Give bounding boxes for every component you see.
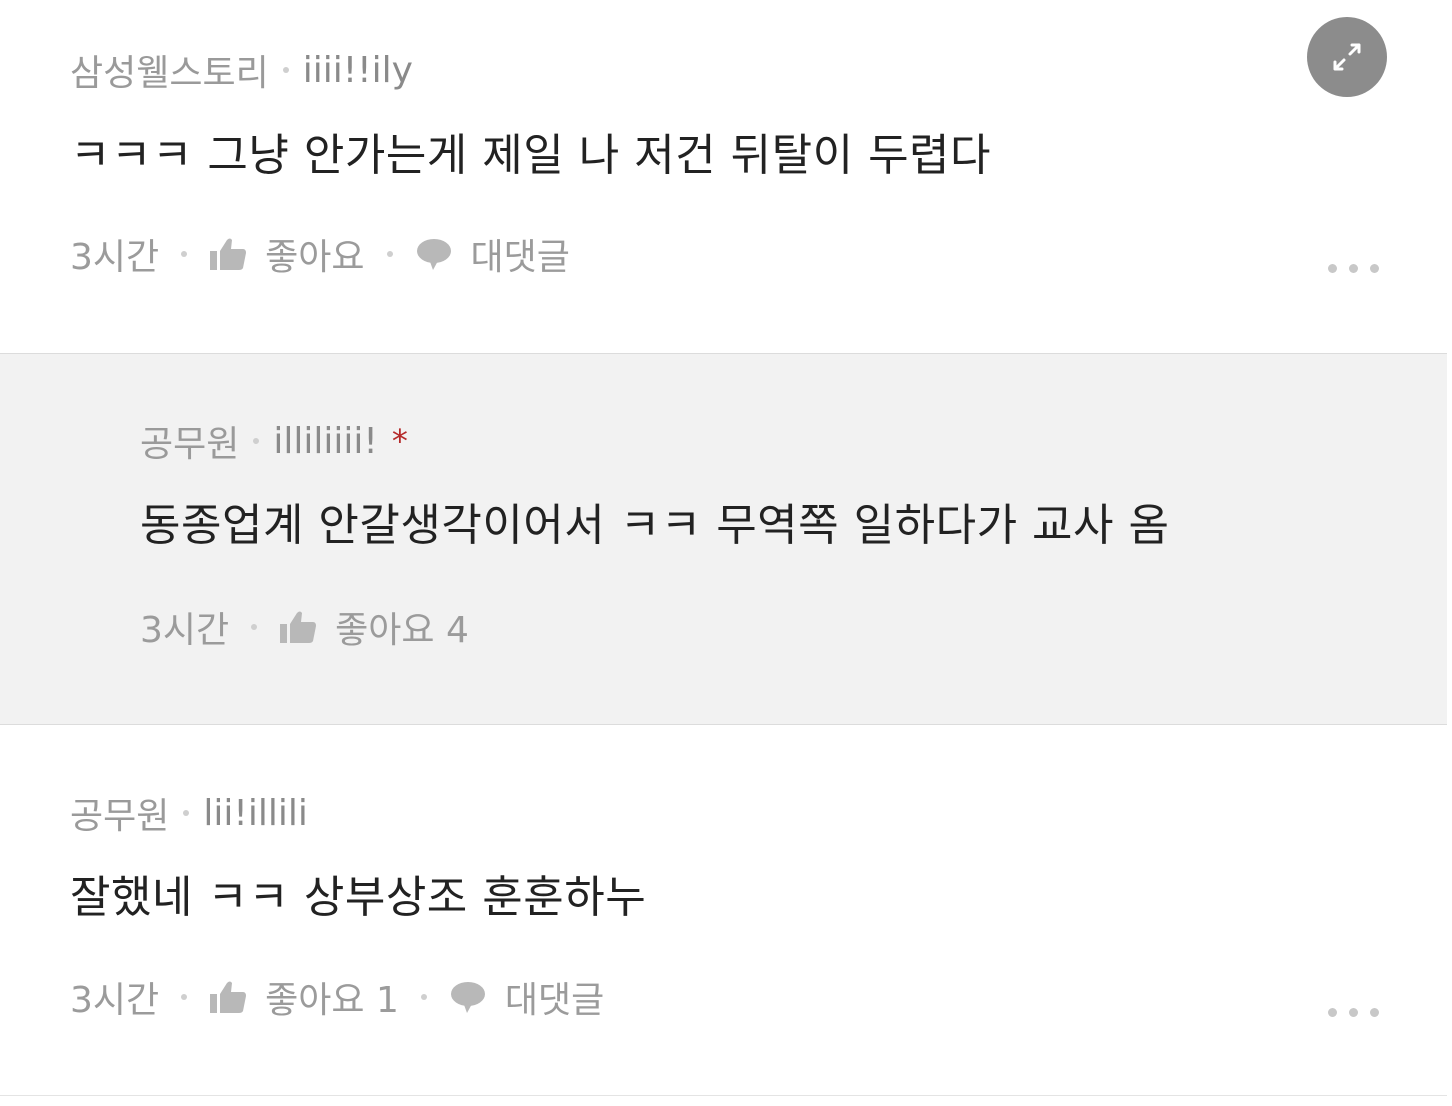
separator-dot	[181, 994, 188, 1000]
reply-item: 공무원 illiliiii! * 동종업계 안갈생각이어서 ㅋㅋ 무역쪽 일하다…	[0, 353, 1447, 725]
reply-label: 대댓글	[504, 980, 605, 1021]
like-button[interactable]: 좋아요	[209, 228, 365, 280]
comment-item: 공무원 lii!illili 잘했네 ㅋㅋ 상부상조 훈훈하누 3시간 좋아요 …	[0, 725, 1447, 1096]
more-dots-icon	[1328, 1008, 1337, 1017]
author-name[interactable]: 공무원	[70, 787, 169, 839]
separator-dot	[386, 251, 393, 257]
more-dot	[1370, 1008, 1379, 1017]
more-options-button[interactable]	[1328, 264, 1379, 273]
comment-item: 삼성웰스토리 iiii!!ily ㅋㅋㅋ 그냥 안가는게 제일 나 저건 뒤탈이…	[0, 0, 1447, 353]
comment-meta: 3시간 좋아요 4	[140, 602, 469, 652]
reply-button[interactable]: 대댓글	[415, 228, 570, 280]
comment-meta: 3시간 좋아요 1 대댓글	[70, 972, 604, 1022]
comment-author-line: 공무원 illiliiii! *	[140, 416, 408, 466]
separator-dot	[181, 251, 188, 257]
separator-dot	[282, 67, 289, 73]
comment-author-line: 삼성웰스토리 iiii!!ily	[70, 45, 413, 95]
more-options-button[interactable]	[1328, 1008, 1379, 1017]
speech-bubble-icon	[416, 239, 451, 270]
comment-time: 3시간	[70, 237, 160, 278]
expand-button[interactable]	[1307, 17, 1387, 97]
expand-arrows-icon	[1333, 43, 1361, 71]
like-label: 좋아요 4	[335, 610, 469, 651]
thumbs-up-icon	[280, 611, 317, 643]
comment-time: 3시간	[70, 980, 160, 1021]
reply-label: 대댓글	[470, 237, 570, 278]
like-label: 좋아요 1	[265, 980, 399, 1021]
comment-body: ㅋㅋㅋ 그냥 안가는게 제일 나 저건 뒤탈이 두렵다	[70, 130, 992, 181]
author-handle: illiliiii!	[273, 420, 378, 462]
separator-dot	[251, 624, 258, 630]
more-dot	[1370, 264, 1379, 273]
author-name[interactable]: 공무원	[140, 415, 239, 467]
more-dots-icon	[1328, 264, 1337, 273]
like-label: 좋아요	[265, 237, 365, 278]
comment-body: 동종업계 안갈생각이어서 ㅋㅋ 무역쪽 일하다가 교사 옴	[140, 500, 1170, 551]
comment-time: 3시간	[140, 610, 230, 651]
comment-author-line: 공무원 lii!illili	[70, 788, 308, 838]
author-handle: lii!illili	[203, 792, 308, 834]
writer-marker: *	[391, 422, 408, 460]
reply-button[interactable]: 대댓글	[449, 971, 604, 1023]
more-dot	[1349, 264, 1358, 273]
more-dot	[1349, 1008, 1358, 1017]
speech-bubble-icon	[450, 982, 485, 1013]
thumbs-up-icon	[210, 238, 247, 270]
like-button[interactable]: 좋아요 4	[279, 601, 469, 653]
thumbs-up-icon	[210, 981, 247, 1013]
author-handle: iiii!!ily	[302, 49, 413, 91]
like-button[interactable]: 좋아요 1	[209, 971, 399, 1023]
separator-dot	[420, 994, 427, 1000]
comment-meta: 3시간 좋아요 대댓글	[70, 229, 570, 279]
separator-dot	[183, 810, 190, 816]
author-name[interactable]: 삼성웰스토리	[70, 44, 269, 96]
separator-dot	[253, 438, 260, 444]
comment-body: 잘했네 ㅋㅋ 상부상조 훈훈하누	[70, 872, 647, 923]
